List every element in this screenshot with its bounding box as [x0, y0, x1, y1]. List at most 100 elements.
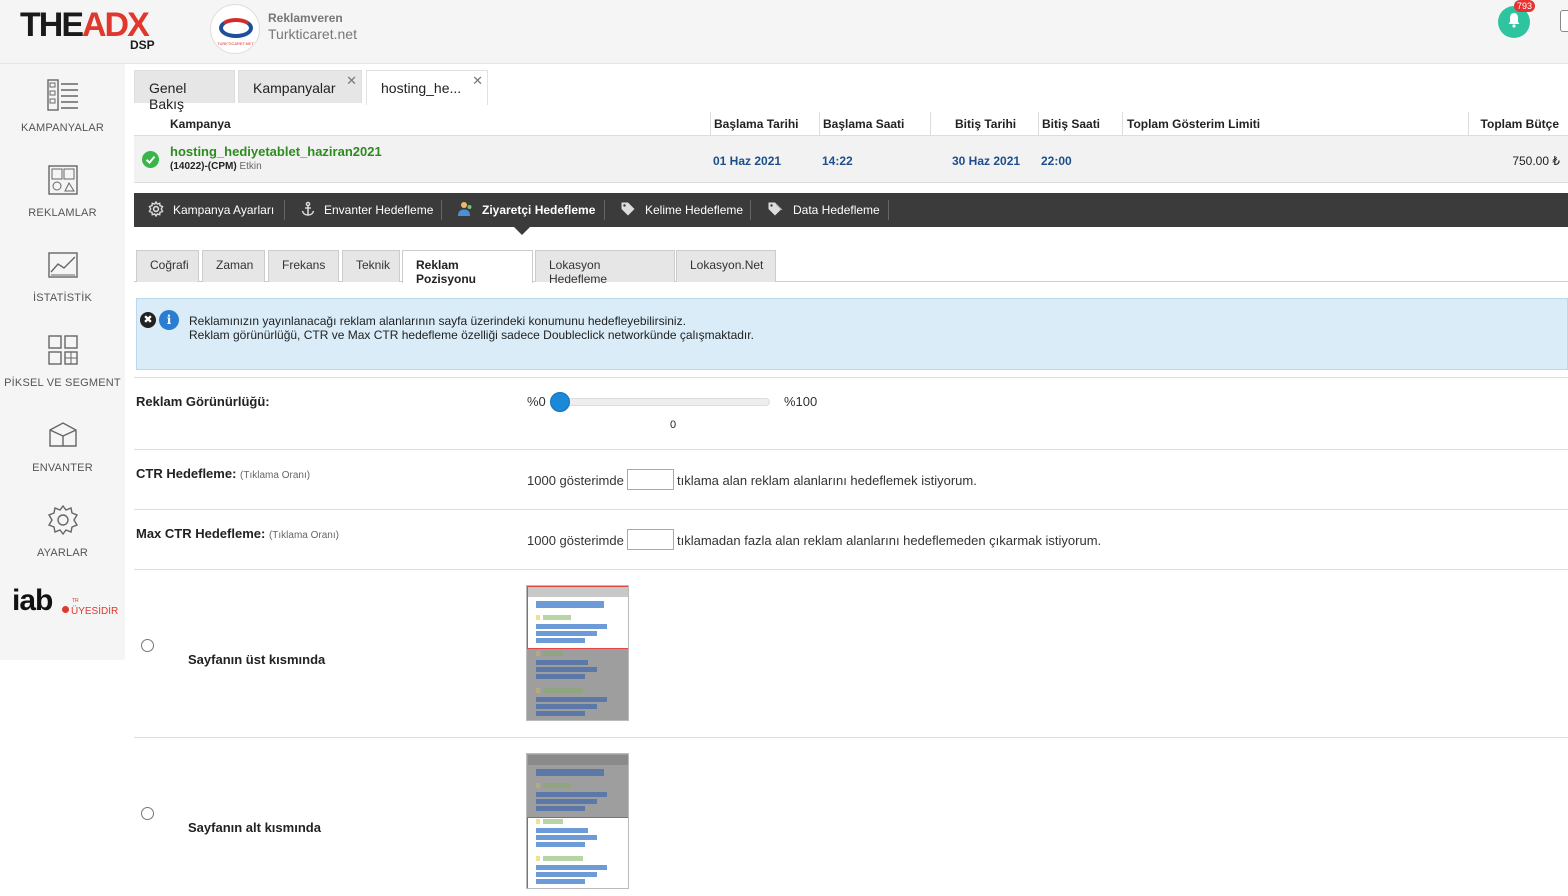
iab-member-text: ÜYESİDİR [71, 606, 119, 617]
nav-divider [888, 200, 889, 220]
position-bottom-label[interactable]: Sayfanın alt kısmında [188, 820, 321, 835]
campaign-name-link[interactable]: hosting_hediyetablet_haziran2021 [170, 144, 382, 159]
max-ctr-hint: (Tıklama Oranı) [268, 530, 339, 541]
tab-campaigns[interactable]: Kampanyalar ✕ [238, 70, 362, 103]
col-end-date[interactable]: Bitiş Tarihi [955, 117, 1016, 131]
advertiser-name[interactable]: Turkticaret.net [268, 26, 357, 42]
table-header: Kampanya Başlama Tarihi Başlama Saati Bi… [134, 112, 1568, 136]
max-ctr-input[interactable] [627, 529, 674, 550]
nav-campaign-settings[interactable]: Kampanya Ayarları [148, 193, 274, 227]
subtab-ad-position[interactable]: Reklam Pozisyonu [402, 250, 533, 286]
nav-inventory-targeting[interactable]: Envanter Hedefleme [300, 193, 433, 227]
divider [134, 509, 1568, 510]
gear-icon [148, 201, 164, 217]
advertiser-logo-text: TURKTICARET.NET [217, 41, 254, 46]
subtab-frequency[interactable]: Frekans [268, 250, 339, 282]
sidebar-item-inventory[interactable]: ENVANTER [0, 418, 125, 474]
col-impression-limit[interactable]: Toplam Gösterim Limiti [1127, 117, 1260, 131]
start-time-cell: 14:22 [822, 154, 853, 168]
campaign-info: (14022)-(CPM) Etkin [170, 161, 262, 172]
nav-keyword-targeting[interactable]: Kelime Hedefleme [620, 193, 743, 227]
inventory-icon [48, 422, 77, 447]
tab-label: Lokasyon Hedefleme [549, 258, 608, 286]
nav-divider [441, 200, 442, 220]
column-divider [1122, 112, 1123, 136]
sidebar-item-campaigns[interactable]: KAMPANYALAR [0, 78, 125, 134]
divider [134, 377, 1568, 378]
sidebar-item-pixel-segment[interactable]: PİKSEL VE SEGMENT [0, 333, 125, 389]
divider [134, 737, 1568, 738]
column-divider [1038, 112, 1039, 136]
col-end-time[interactable]: Bitiş Saati [1042, 117, 1100, 131]
campaigns-icon [46, 79, 78, 111]
nav-label: Kampanya Ayarları [173, 203, 275, 217]
close-icon[interactable]: ✕ [472, 73, 483, 89]
tag-icon [621, 202, 635, 216]
section-nav: Kampanya Ayarları Envanter Hedefleme Ziy… [134, 193, 1568, 235]
subtab-location-net[interactable]: Lokasyon.Net [676, 250, 776, 282]
end-date-cell: 30 Haz 2021 [952, 154, 1021, 168]
ctr-prefix: 1000 gösterimde [527, 473, 624, 488]
subtab-geographic[interactable]: Coğrafi [136, 250, 199, 282]
position-top-label[interactable]: Sayfanın üst kısmında [188, 652, 325, 667]
tab-label: Lokasyon.Net [690, 258, 764, 272]
tab-overview[interactable]: Genel Bakış [134, 70, 235, 112]
max-ctr-prefix: 1000 gösterimde [527, 533, 624, 548]
subtab-location-targeting[interactable]: Lokasyon Hedefleme [535, 250, 675, 286]
close-icon[interactable]: ✖ [140, 312, 156, 328]
subtab-time[interactable]: Zaman [202, 250, 265, 282]
ctr-label-text: CTR Hedefleme: [136, 466, 237, 481]
logo-sub-text: DSP [130, 38, 155, 52]
sidebar-item-label: AYARLAR [36, 547, 89, 559]
tab-label: Genel Bakış [149, 80, 187, 112]
subtab-technical[interactable]: Teknik [342, 250, 400, 282]
notification-count-badge: 793 [1514, 0, 1536, 12]
iab-member-logo: iab TR ÜYESİDİR [12, 584, 122, 624]
close-icon[interactable]: ✕ [346, 73, 357, 89]
column-divider [710, 112, 711, 136]
status-badge: Etkin [239, 161, 262, 172]
nav-data-targeting[interactable]: Data Hedefleme [767, 193, 880, 227]
info-icon: i [159, 310, 179, 330]
nav-divider [750, 200, 751, 220]
ctr-hint: (Tıklama Oranı) [240, 470, 311, 481]
nav-label: Data Hedefleme [793, 203, 880, 217]
sidebar-item-settings[interactable]: AYARLAR [0, 503, 125, 559]
sidebar-item-label: KAMPANYALAR [20, 122, 105, 134]
user-menu-button[interactable] [1560, 10, 1568, 32]
max-ctr-suffix: tıklamadan fazla alan reklam alanlarını … [677, 533, 1102, 548]
advertiser-logo-ring-icon [219, 18, 253, 38]
visibility-slider-track[interactable] [560, 398, 770, 406]
sidebar-item-label: REKLAMLAR [28, 207, 97, 219]
anchor-icon [301, 201, 315, 216]
visibility-slider-handle[interactable] [550, 392, 570, 412]
tab-label: hosting_he... [381, 80, 462, 96]
position-bottom-radio[interactable] [141, 807, 154, 820]
table-row[interactable]: hosting_hediyetablet_haziran2021 (14022)… [134, 136, 1568, 183]
divider [134, 449, 1568, 450]
sidebar-item-ads[interactable]: REKLAMLAR [0, 163, 125, 219]
tab-label: Teknik [356, 258, 391, 272]
slider-min-label: %0 [527, 394, 546, 409]
visibility-label: Reklam Görünürlüğü: [136, 394, 270, 409]
data-tag-icon [768, 202, 783, 216]
col-start-date[interactable]: Başlama Tarihi [714, 117, 798, 131]
col-campaign[interactable]: Kampanya [170, 117, 231, 131]
status-check-icon [142, 151, 159, 168]
active-nav-caret [514, 227, 530, 235]
nav-visitor-targeting[interactable]: Ziyaretçi Hedefleme [457, 193, 595, 227]
col-start-time[interactable]: Başlama Saati [823, 117, 904, 131]
tab-current-campaign[interactable]: hosting_he... ✕ [366, 70, 488, 105]
tab-label: Kampanyalar [253, 80, 336, 96]
info-text-line: Reklam görünürlüğü, CTR ve Max CTR hedef… [189, 328, 754, 342]
sidebar-item-statistics[interactable]: İSTATİSTİK [0, 248, 125, 304]
max-ctr-label: Max CTR Hedefleme: (Tıklama Oranı) [136, 526, 339, 541]
nav-divider [284, 200, 285, 220]
tab-label: Coğrafi [150, 258, 189, 272]
col-budget[interactable]: Toplam Bütçe [1481, 117, 1559, 131]
ctr-input[interactable] [627, 469, 674, 490]
nav-label: Ziyaretçi Hedefleme [482, 203, 596, 217]
position-top-radio[interactable] [141, 639, 154, 652]
tab-label: Reklam Pozisyonu [416, 258, 477, 286]
theadx-logo[interactable]: THEADX [20, 8, 150, 42]
